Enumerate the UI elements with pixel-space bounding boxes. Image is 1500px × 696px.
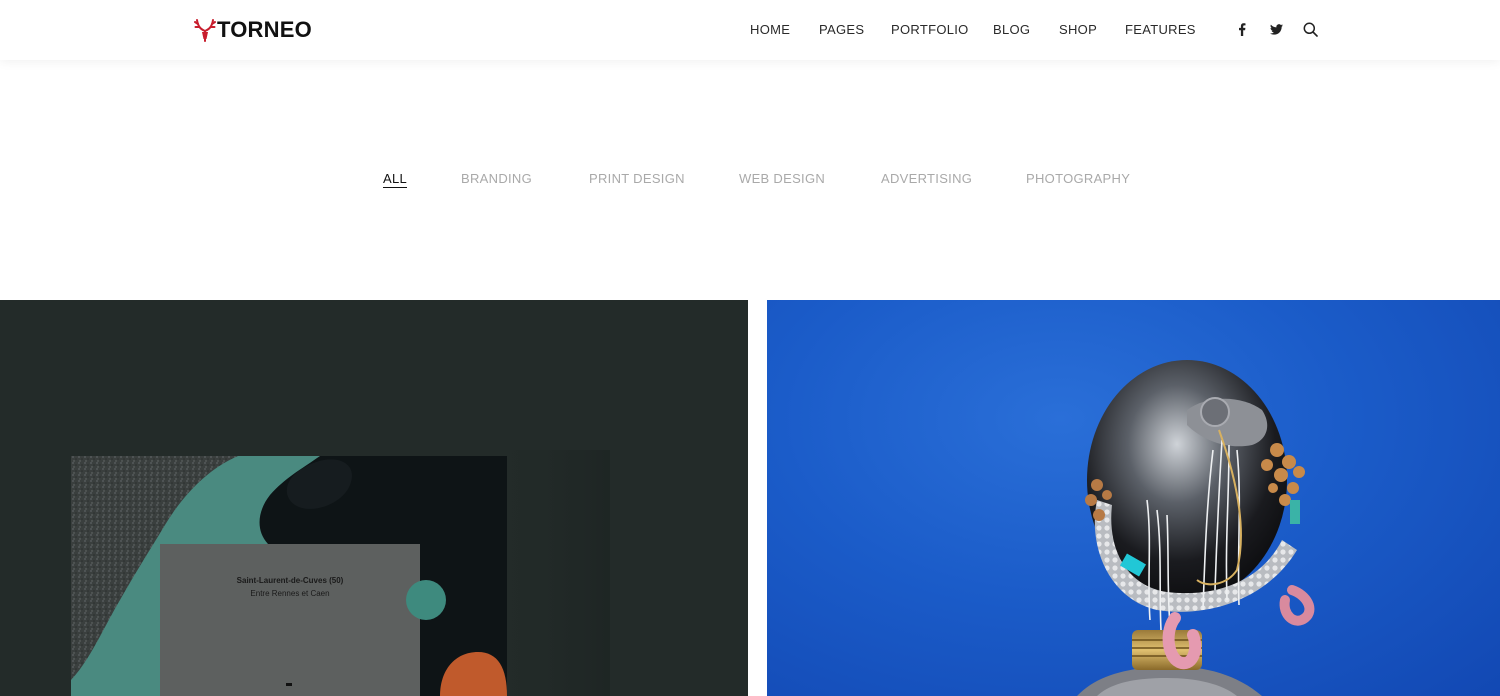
nav-item-features[interactable]: FEATURES xyxy=(1125,22,1196,37)
print-mockup-image: Saint-Laurent-de-Cuves (50) Entre Rennes… xyxy=(71,450,610,696)
filter-branding[interactable]: BRANDING xyxy=(461,171,532,186)
deer-logo-icon xyxy=(194,19,216,42)
portfolio-filters: ALL BRANDING PRINT DESIGN WEB DESIGN ADV… xyxy=(0,171,1500,191)
filter-advertising[interactable]: ADVERTISING xyxy=(881,171,972,186)
search-icon[interactable] xyxy=(1302,20,1318,38)
portfolio-item-print[interactable]: Saint-Laurent-de-Cuves (50) Entre Rennes… xyxy=(0,300,748,696)
site-header: TORNEO HOME PAGES PORTFOLIO BLOG SHOP FE… xyxy=(0,0,1500,60)
card-subtitle: Entre Rennes et Caen xyxy=(250,589,329,598)
filter-photography[interactable]: PHOTOGRAPHY xyxy=(1026,171,1130,186)
chrome-head-sculpture-image xyxy=(1077,360,1315,696)
logo[interactable]: TORNEO xyxy=(194,16,312,44)
nav-item-shop[interactable]: SHOP xyxy=(1059,22,1097,37)
filter-web-design[interactable]: WEB DESIGN xyxy=(739,171,825,186)
nav-item-pages[interactable]: PAGES xyxy=(819,22,864,37)
filter-all[interactable]: ALL xyxy=(383,171,408,188)
nav-item-home[interactable]: HOME xyxy=(750,22,790,37)
portfolio-item-photography[interactable] xyxy=(767,300,1500,696)
card-title: Saint-Laurent-de-Cuves (50) xyxy=(237,576,344,585)
nav-item-portfolio[interactable]: PORTFOLIO xyxy=(891,22,969,37)
facebook-icon[interactable] xyxy=(1234,20,1250,38)
nav-item-blog[interactable]: BLOG xyxy=(993,22,1030,37)
logo-text: TORNEO xyxy=(217,17,312,42)
filter-print-design[interactable]: PRINT DESIGN xyxy=(589,171,685,186)
twitter-icon[interactable] xyxy=(1268,20,1284,38)
